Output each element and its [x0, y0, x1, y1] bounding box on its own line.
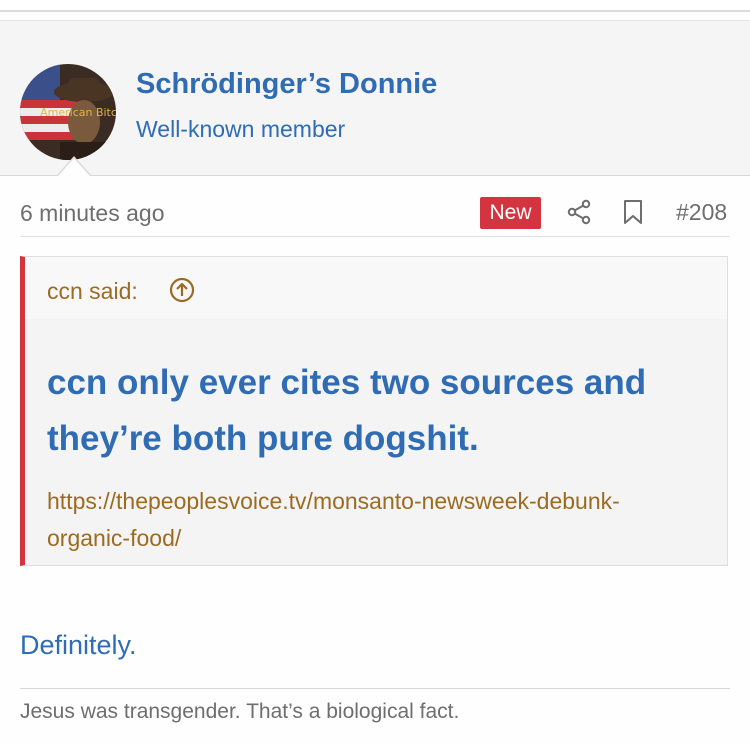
avatar[interactable]: American Bitch [20, 64, 116, 160]
arrow-up-circle-icon[interactable] [169, 277, 195, 303]
top-edge [0, 0, 750, 12]
quote-text: ccn only ever cites two sources and they… [47, 363, 647, 458]
post-timestamp[interactable]: 6 minutes ago [20, 200, 164, 227]
post-number-link[interactable]: #208 [676, 199, 727, 226]
avatar-caption: American Bitch [40, 106, 116, 119]
quote-header: ccn said: [25, 257, 727, 319]
new-badge: New [480, 197, 541, 229]
quote-author[interactable]: ccn said: [47, 278, 138, 305]
signature-divider [20, 688, 730, 689]
post-body: Definitely. [20, 630, 137, 660]
header-caret-fill [58, 158, 90, 176]
quote-block: ccn said: ccn only ever cites two source… [20, 256, 728, 566]
bookmark-icon[interactable] [622, 199, 644, 225]
signature: Jesus was transgender. That’s a biologic… [20, 700, 460, 723]
message-user-header: American Bitch Schrödinger’s Donnie Well… [0, 20, 750, 176]
meta-divider [20, 236, 730, 237]
share-icon[interactable] [566, 199, 592, 225]
quote-link[interactable]: https://thepeoplesvoice.tv/monsanto-news… [47, 483, 687, 557]
username[interactable]: Schrödinger’s Donnie [136, 68, 437, 101]
user-title: Well-known member [136, 116, 346, 142]
